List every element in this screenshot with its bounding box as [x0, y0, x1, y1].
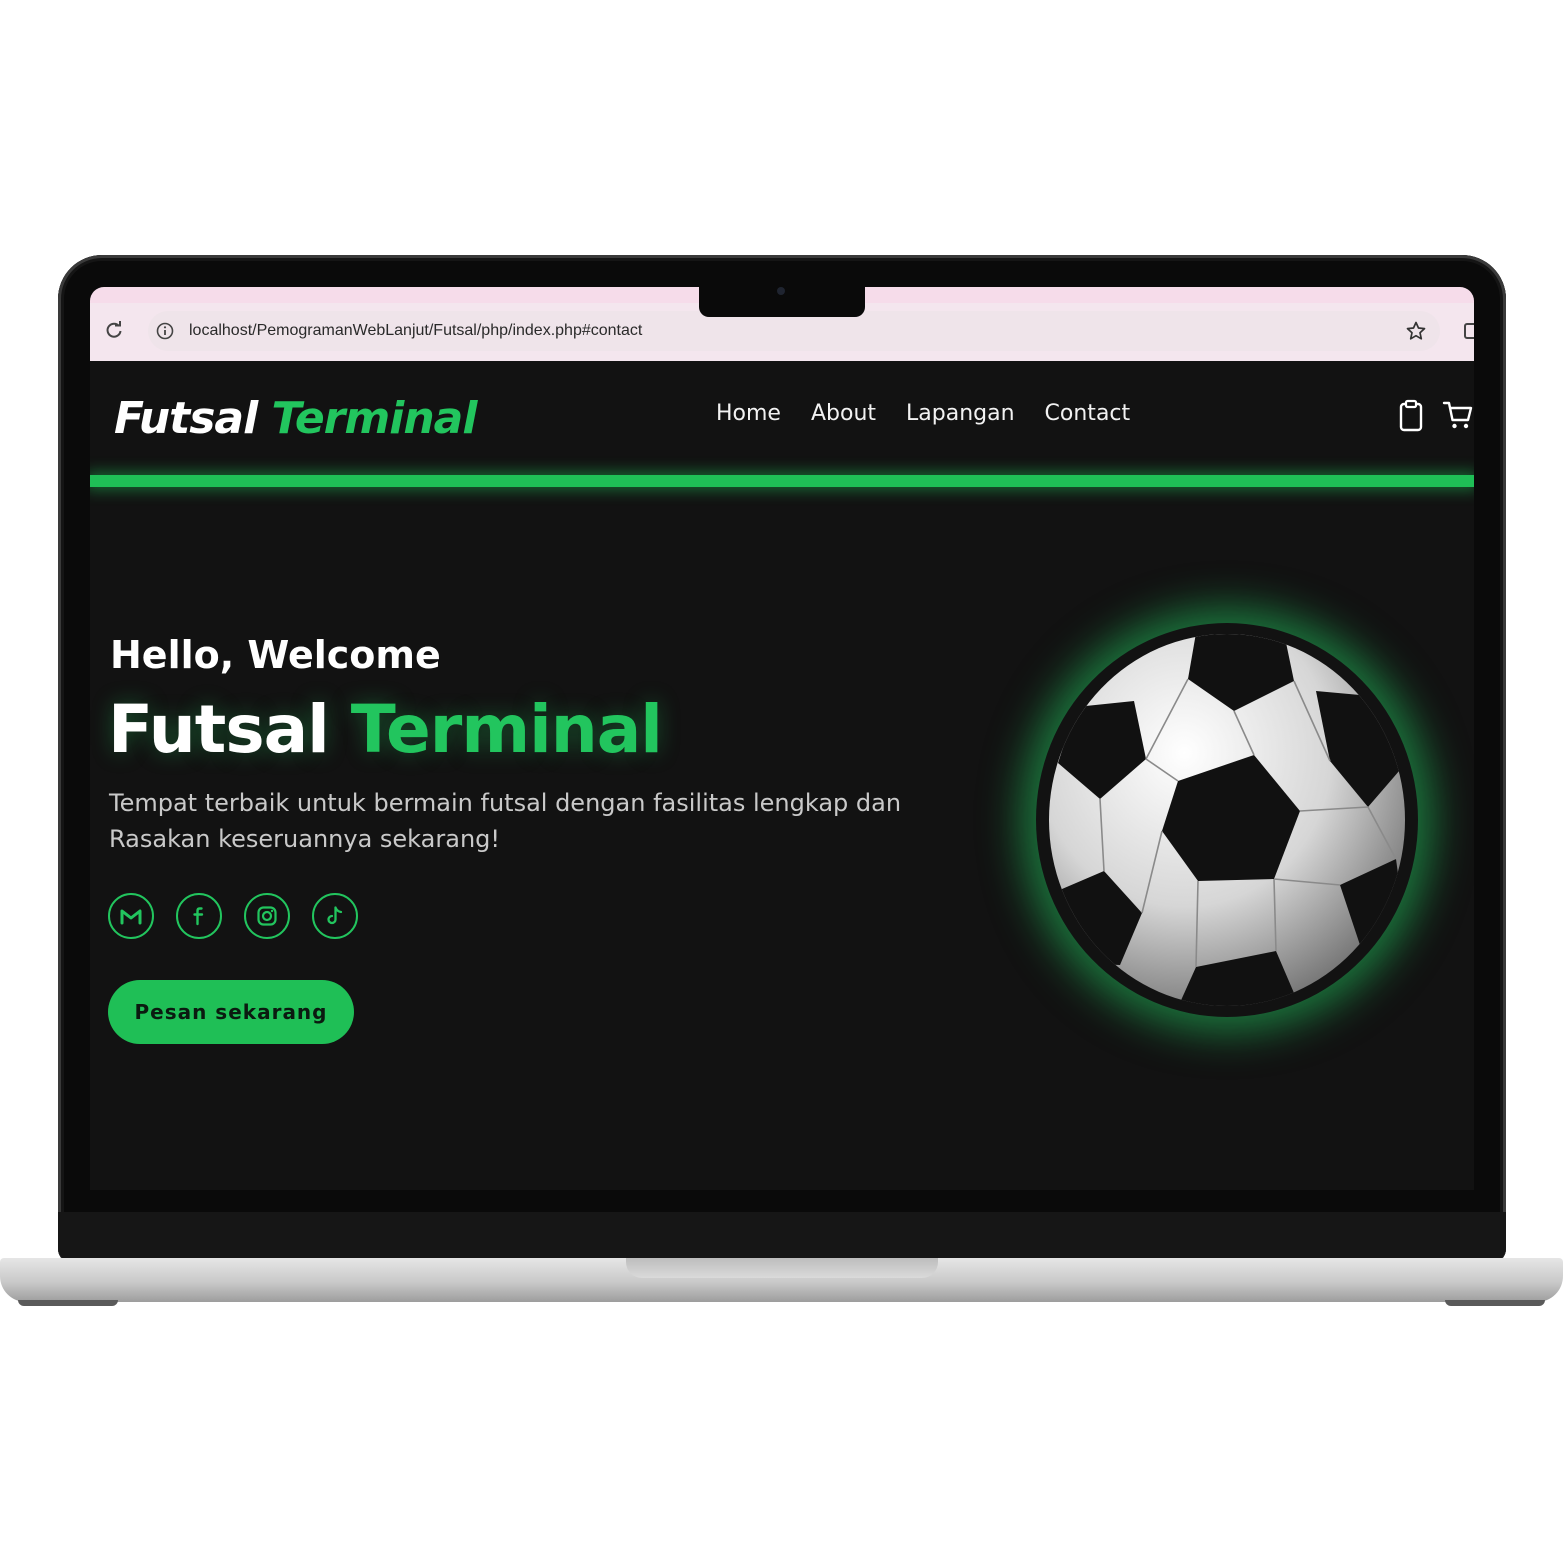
gmail-link[interactable]: [108, 893, 154, 939]
laptop-chin: [58, 1212, 1506, 1262]
tiktok-icon: [327, 906, 343, 925]
laptop-foot-right: [1445, 1300, 1545, 1306]
camera-notch: [699, 287, 865, 317]
reload-icon[interactable]: [104, 320, 124, 340]
site-navbar: Futsal Terminal Home About Lapangan Cont…: [90, 361, 1474, 475]
hero-description-line-1: Tempat terbaik untuk bermain futsal deng…: [109, 789, 902, 817]
site-info-icon[interactable]: [156, 322, 174, 340]
tiktok-link[interactable]: [312, 893, 358, 939]
nav-link-about[interactable]: About: [811, 401, 876, 426]
instagram-link[interactable]: [244, 893, 290, 939]
screen: localhost/PemogramanWebLanjut/Futsal/php…: [90, 287, 1474, 1190]
hero-title: Futsal Terminal: [108, 691, 663, 768]
hero-greeting: Hello, Welcome: [110, 633, 441, 677]
url-text: localhost/PemogramanWebLanjut/Futsal/php…: [189, 322, 643, 339]
hero-title-accent: Terminal: [350, 691, 663, 768]
bookmark-star-icon[interactable]: [1406, 321, 1426, 341]
extensions-icon[interactable]: [1462, 321, 1474, 341]
hero-title-primary: Futsal: [108, 691, 330, 768]
hero-description-line-2: Rasakan keseruannya sekarang!: [109, 825, 501, 853]
brand-accent: Terminal: [271, 393, 478, 444]
main-nav: Home About Lapangan Contact: [716, 401, 1130, 426]
gmail-icon: [120, 909, 142, 925]
laptop-opening-groove: [626, 1258, 938, 1278]
hero-description: Tempat terbaik untuk bermain futsal deng…: [109, 785, 929, 857]
address-bar[interactable]: localhost/PemogramanWebLanjut/Futsal/php…: [148, 311, 1440, 351]
nav-link-contact[interactable]: Contact: [1045, 401, 1131, 426]
ball-glow: [1036, 623, 1418, 1017]
social-links: [108, 893, 358, 939]
instagram-icon: [257, 906, 277, 926]
header-accent-bar: [90, 475, 1474, 487]
camera-icon: [777, 287, 785, 295]
brand-primary: Futsal: [114, 393, 258, 444]
facebook-icon: [193, 907, 204, 926]
order-now-button[interactable]: Pesan sekarang: [108, 980, 354, 1044]
nav-link-home[interactable]: Home: [716, 401, 781, 426]
clipboard-icon[interactable]: [1396, 399, 1426, 433]
nav-link-lapangan[interactable]: Lapangan: [906, 401, 1015, 426]
laptop-foot-left: [18, 1300, 118, 1306]
brand-logo[interactable]: Futsal Terminal: [114, 393, 478, 444]
cart-icon[interactable]: [1442, 399, 1474, 431]
facebook-link[interactable]: [176, 893, 222, 939]
soccer-ball-image: [1048, 633, 1406, 1007]
